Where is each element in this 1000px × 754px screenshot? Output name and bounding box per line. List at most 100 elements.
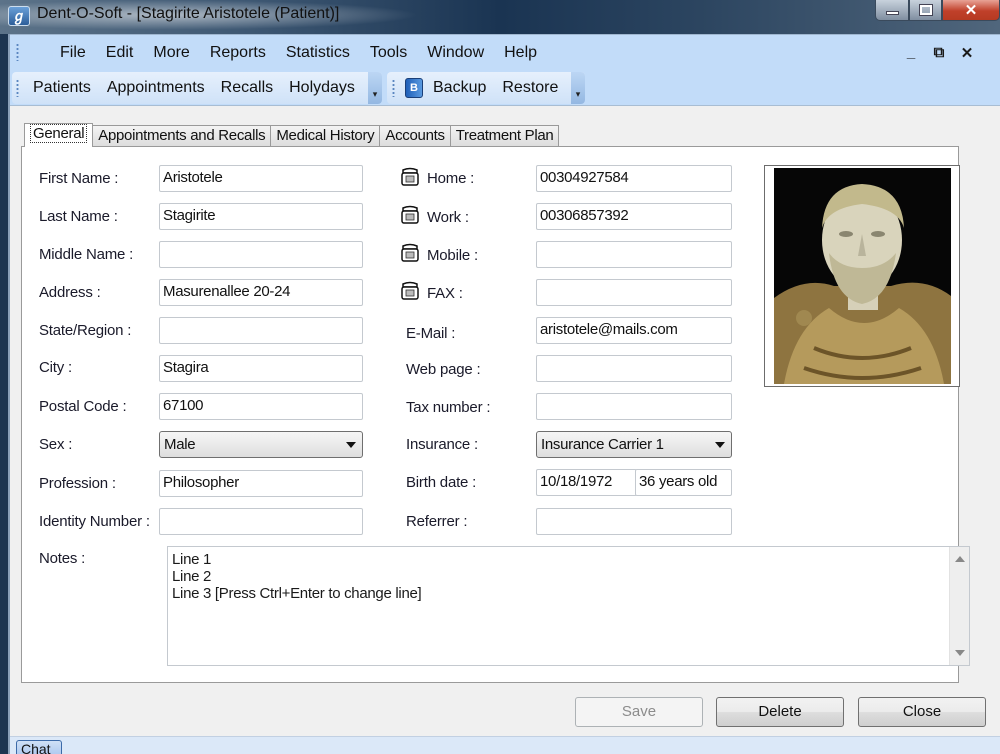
tab-accounts[interactable]: Accounts	[379, 125, 451, 147]
city-label: City :	[39, 359, 72, 376]
notes-line: Line 1	[172, 551, 212, 568]
fax-field[interactable]	[536, 279, 732, 306]
tab-general[interactable]: General	[24, 123, 94, 147]
notes-textarea[interactable]: Line 1 Line 2 Line 3 [Press Ctrl+Enter t…	[167, 546, 970, 666]
tab-medical-history[interactable]: Medical History	[270, 125, 381, 147]
address-field[interactable]: Masurenallee 20-24	[159, 279, 363, 306]
middle-name-label: Middle Name :	[39, 246, 134, 263]
window-close-button[interactable]: ✕	[942, 0, 1000, 21]
work-phone-field[interactable]: 00306857392	[536, 203, 732, 230]
save-button[interactable]: Save	[575, 697, 703, 727]
birth-date-field[interactable]: 10/18/1972	[536, 469, 637, 496]
postal-code-field[interactable]: 67100	[159, 393, 363, 420]
tab-appointments-and-recalls[interactable]: Appointments and Recalls	[92, 125, 272, 147]
window-title: Dent-O-Soft - [Stagirite Aristotele (Pat…	[37, 5, 340, 22]
general-tab-panel: First Name : Aristotele Last Name : Stag…	[21, 146, 970, 683]
menu-statistics[interactable]: Statistics	[276, 44, 360, 62]
mobile-phone-field[interactable]	[536, 241, 732, 268]
backup-overflow-button[interactable]: ▾	[571, 72, 585, 104]
menu-grip-handle[interactable]	[16, 43, 19, 61]
tab-strip: General Appointments and Recalls Medical…	[24, 123, 560, 147]
tab-general-label: General	[30, 124, 88, 143]
home-phone-field[interactable]: 00304927584	[536, 165, 732, 192]
home-phone-label: Home :	[427, 170, 475, 187]
menu-items: File Edit More Reports Statistics Tools …	[50, 44, 547, 62]
patient-photo-frame[interactable]	[764, 165, 960, 387]
birth-date-label: Birth date :	[406, 474, 477, 491]
title-bar: ℊ Dent-O-Soft - [Stagirite Aristotele (P…	[0, 0, 1000, 34]
scroll-down-icon[interactable]	[955, 650, 965, 656]
address-label: Address :	[39, 284, 101, 301]
chevron-down-icon	[715, 442, 725, 448]
toolbar-recalls[interactable]: Recalls	[213, 79, 281, 97]
profession-label: Profession :	[39, 475, 116, 492]
delete-button[interactable]: Delete	[716, 697, 844, 727]
middle-name-field[interactable]	[159, 241, 363, 268]
menu-tools[interactable]: Tools	[360, 44, 417, 62]
toolbar-appointments[interactable]: Appointments	[99, 79, 213, 97]
toolbar-row: Patients Appointments Recalls Holydays ▾…	[10, 70, 1000, 106]
tax-number-label: Tax number :	[406, 399, 491, 416]
insurance-select[interactable]: Insurance Carrier 1	[536, 431, 732, 458]
chat-button[interactable]: Chat	[16, 740, 62, 754]
tax-number-field[interactable]	[536, 393, 732, 420]
phone-icon	[401, 167, 419, 186]
main-toolstrip: Patients Appointments Recalls Holydays ▾	[12, 72, 382, 104]
chevron-down-icon	[346, 442, 356, 448]
window-minimize-button[interactable]	[875, 0, 909, 21]
profession-field[interactable]: Philosopher	[159, 470, 363, 497]
sex-select-value: Male	[164, 436, 196, 453]
scroll-up-icon[interactable]	[955, 556, 965, 562]
web-page-label: Web page :	[406, 361, 481, 378]
menu-bar: File Edit More Reports Statistics Tools …	[10, 34, 1000, 70]
menu-edit[interactable]: Edit	[96, 44, 144, 62]
mdi-minimize-button[interactable]: _	[904, 44, 918, 62]
fax-icon	[401, 281, 419, 300]
menu-reports[interactable]: Reports	[200, 44, 276, 62]
notes-scrollbar[interactable]	[949, 547, 969, 665]
city-field[interactable]: Stagira	[159, 355, 363, 382]
postal-code-label: Postal Code :	[39, 398, 127, 415]
backup-icon: B	[405, 78, 423, 98]
email-field[interactable]: aristotele@mails.com	[536, 317, 732, 344]
insurance-label: Insurance :	[406, 436, 479, 453]
notes-line: Line 2	[172, 568, 212, 585]
app-logo-icon[interactable]: ℊ	[8, 6, 30, 26]
menu-file[interactable]: File	[50, 44, 96, 62]
insurance-select-value: Insurance Carrier 1	[541, 436, 664, 453]
toolstrip-grip-handle[interactable]	[16, 79, 19, 97]
toolstrip-overflow-button[interactable]: ▾	[368, 72, 382, 104]
mdi-close-button[interactable]: ✕	[960, 44, 974, 62]
toolbar-backup[interactable]: Backup	[425, 79, 494, 97]
close-icon: ✕	[964, 2, 978, 19]
fax-label: FAX :	[427, 285, 463, 302]
identity-number-field[interactable]	[159, 508, 363, 535]
last-name-label: Last Name :	[39, 208, 118, 225]
mdi-child-controls: _ ⧉ ✕	[904, 44, 974, 62]
state-region-field[interactable]	[159, 317, 363, 344]
last-name-field[interactable]: Stagirite	[159, 203, 363, 230]
toolbar-patients[interactable]: Patients	[25, 79, 99, 97]
notes-line: Line 3 [Press Ctrl+Enter to change line]	[172, 585, 422, 602]
mobile-phone-label: Mobile :	[427, 247, 478, 264]
toolbar-restore[interactable]: Restore	[494, 79, 566, 97]
first-name-field[interactable]: Aristotele	[159, 165, 363, 192]
mdi-frame: File Edit More Reports Statistics Tools …	[8, 34, 1000, 754]
backup-grip-handle[interactable]	[392, 79, 395, 97]
menu-help[interactable]: Help	[494, 44, 547, 62]
referrer-field[interactable]	[536, 508, 732, 535]
sex-select[interactable]: Male	[159, 431, 363, 458]
toolbar-holydays[interactable]: Holydays	[281, 79, 363, 97]
close-button[interactable]: Close	[858, 697, 986, 727]
phone-icon	[401, 243, 419, 262]
web-page-field[interactable]	[536, 355, 732, 382]
maximize-icon	[918, 4, 933, 16]
window-controls: ✕	[875, 0, 1000, 21]
menu-more[interactable]: More	[143, 44, 199, 62]
menu-window[interactable]: Window	[417, 44, 494, 62]
notes-label: Notes :	[39, 550, 86, 567]
window-maximize-button[interactable]	[909, 0, 942, 21]
tab-treatment-plan[interactable]: Treatment Plan	[449, 125, 560, 147]
age-display: 36 years old	[635, 469, 732, 496]
mdi-restore-button[interactable]: ⧉	[932, 44, 946, 62]
